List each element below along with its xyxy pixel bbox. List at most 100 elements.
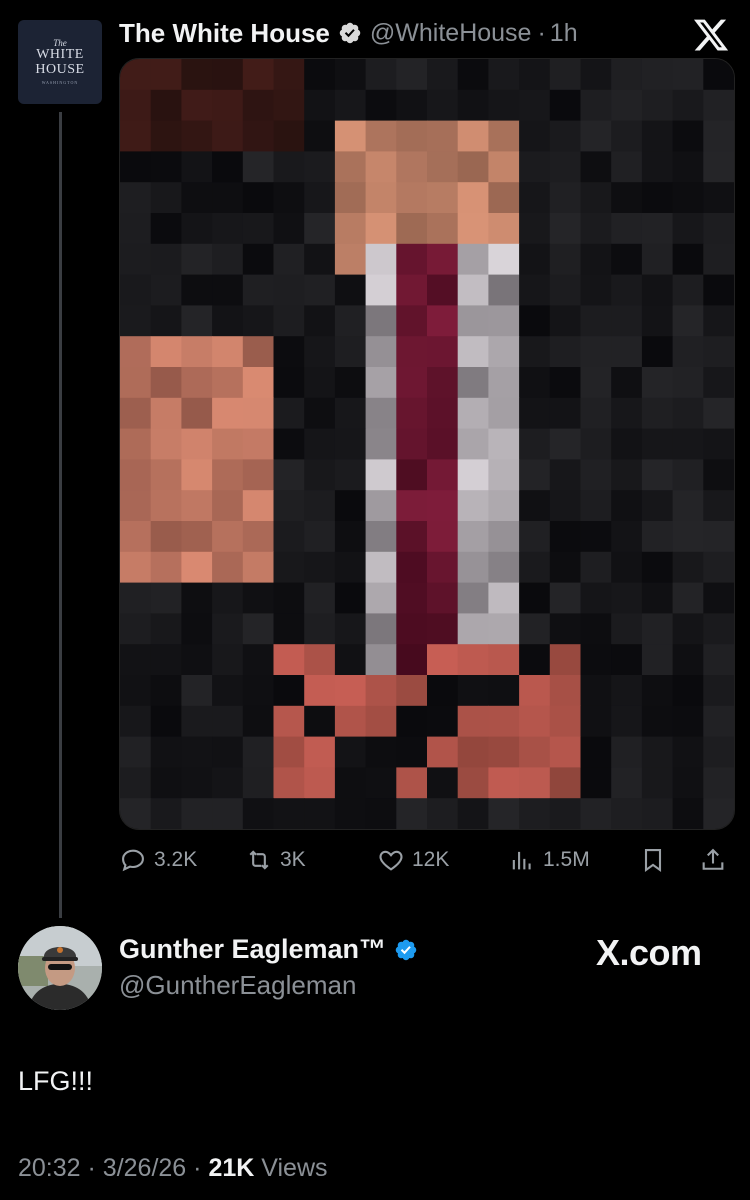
mosaic-pixel xyxy=(672,428,704,460)
mosaic-pixel xyxy=(304,705,336,738)
mosaic-pixel xyxy=(549,182,581,214)
mosaic-pixel xyxy=(334,243,367,276)
mosaic-pixel xyxy=(273,336,305,368)
mosaic-pixel xyxy=(580,182,612,214)
mosaic-pixel xyxy=(181,305,213,337)
mosaic-pixel xyxy=(242,644,274,676)
mosaic-pixel xyxy=(457,490,489,522)
mosaic-pixel xyxy=(427,89,459,122)
reply-count: 3.2K xyxy=(154,848,198,871)
bookmark-button[interactable] xyxy=(639,843,667,877)
mosaic-pixel xyxy=(488,428,520,460)
mosaic-pixel xyxy=(150,59,182,91)
mosaic-pixel xyxy=(519,120,551,152)
mosaic-pixel xyxy=(427,490,459,522)
mosaic-pixel xyxy=(457,551,489,584)
mosaic-pixel xyxy=(457,798,489,829)
mosaic-pixel xyxy=(120,243,152,276)
mosaic-pixel xyxy=(304,182,336,214)
quoted-author-handle[interactable]: @WhiteHouse xyxy=(370,19,532,48)
quoted-author-name[interactable]: The White House xyxy=(119,18,330,49)
post-media-image[interactable] xyxy=(119,58,735,830)
mosaic-pixel xyxy=(120,213,152,245)
mosaic-pixel xyxy=(519,151,551,183)
mosaic-pixel xyxy=(457,120,489,152)
bookmark-icon xyxy=(644,849,662,872)
mosaic-pixel xyxy=(580,798,612,829)
mosaic-pixel xyxy=(611,151,643,183)
mosaic-pixel xyxy=(120,551,152,584)
mosaic-pixel xyxy=(641,582,674,614)
mosaic-pixel xyxy=(549,213,581,245)
mosaic-pixel xyxy=(427,551,459,584)
mosaic-pixel xyxy=(519,336,551,368)
mosaic-pixel xyxy=(580,397,612,430)
mosaic-pixel xyxy=(549,397,581,430)
mosaic-pixel xyxy=(703,397,734,430)
white-house-avatar[interactable]: The WHITE HOUSE WASHINGTON xyxy=(18,20,102,104)
post-date[interactable]: 3/26/26 xyxy=(103,1154,186,1182)
mosaic-pixel xyxy=(181,336,213,368)
mosaic-pixel xyxy=(611,767,643,799)
mosaic-pixel xyxy=(242,798,274,829)
mosaic-pixel xyxy=(334,59,367,91)
mosaic-pixel xyxy=(181,120,213,152)
mosaic-pixel xyxy=(365,243,397,276)
mosaic-pixel xyxy=(304,644,336,676)
verified-badge-icon xyxy=(395,939,417,960)
thread-connector-line xyxy=(59,112,62,918)
mosaic-pixel xyxy=(181,675,213,707)
mosaic-pixel xyxy=(580,428,612,460)
share-button[interactable] xyxy=(699,843,727,877)
mosaic-pixel xyxy=(549,798,581,829)
mosaic-pixel xyxy=(304,120,336,152)
mosaic-pixel xyxy=(334,490,367,522)
post-time[interactable]: 20:32 xyxy=(18,1154,81,1182)
mosaic-pixel xyxy=(212,736,244,768)
mosaic-pixel xyxy=(703,367,734,399)
mosaic-pixel xyxy=(672,798,704,829)
mosaic-pixel xyxy=(457,59,489,91)
mosaic-pixel xyxy=(703,644,734,676)
main-author-handle[interactable]: @GuntherEagleman xyxy=(119,970,356,1001)
mosaic-pixel xyxy=(181,274,213,306)
mosaic-pixel xyxy=(611,367,643,399)
main-author-name[interactable]: Gunther Eagleman™ xyxy=(119,934,386,965)
views-button[interactable]: 1.5M xyxy=(508,843,590,877)
mosaic-pixel xyxy=(427,613,459,645)
mosaic-pixel xyxy=(334,767,367,799)
mosaic-pixel xyxy=(242,397,274,430)
mosaic-pixel xyxy=(611,120,643,152)
mosaic-pixel xyxy=(242,736,274,768)
mosaic-pixel xyxy=(181,182,213,214)
mosaic-pixel xyxy=(396,551,428,584)
mosaic-pixel xyxy=(334,397,367,430)
mosaic-pixel xyxy=(457,644,489,676)
repost-button[interactable]: 3K xyxy=(245,843,306,877)
mosaic-pixel xyxy=(334,367,367,399)
mosaic-pixel xyxy=(672,182,704,214)
gunther-eagleman-avatar[interactable] xyxy=(18,926,102,1010)
mosaic-pixel xyxy=(304,551,336,584)
mosaic-pixel xyxy=(672,521,704,553)
mosaic-pixel xyxy=(580,367,612,399)
mosaic-pixel xyxy=(580,582,612,614)
mosaic-pixel xyxy=(334,521,367,553)
mosaic-pixel xyxy=(396,490,428,522)
mosaic-pixel xyxy=(488,736,520,768)
post-time-ago[interactable]: 1h xyxy=(550,19,578,48)
main-author-row: Gunther Eagleman™ xyxy=(119,934,418,965)
mosaic-pixel xyxy=(703,551,734,584)
mosaic-pixel xyxy=(672,675,704,707)
mosaic-pixel xyxy=(120,428,152,460)
mosaic-pixel xyxy=(519,736,551,768)
mosaic-pixel xyxy=(212,367,244,399)
mosaic-pixel xyxy=(703,490,734,522)
mosaic-pixel xyxy=(365,705,397,738)
like-button[interactable]: 12K xyxy=(377,843,449,877)
reply-button[interactable]: 3.2K xyxy=(119,843,197,877)
mosaic-pixel xyxy=(242,705,274,738)
mosaic-pixel xyxy=(641,274,674,306)
mosaic-pixel xyxy=(457,521,489,553)
mosaic-pixel xyxy=(150,120,182,152)
